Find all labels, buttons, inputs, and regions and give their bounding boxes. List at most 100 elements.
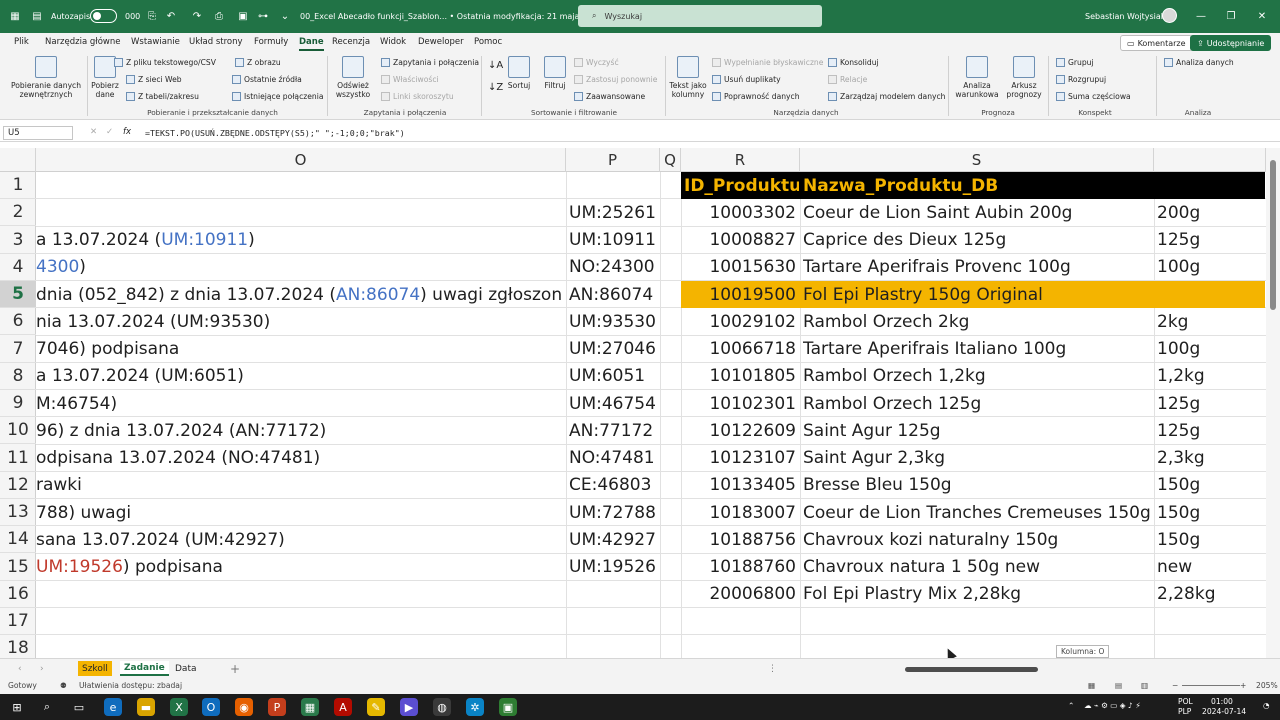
select-all-corner[interactable] [0, 148, 36, 172]
properties-button[interactable]: Właściwości [381, 75, 439, 84]
row-header[interactable]: 13 [0, 499, 36, 526]
row-header[interactable]: 10 [0, 417, 36, 445]
text-to-columns-button[interactable]: Tekst jako kolumny [668, 56, 708, 99]
tab-help[interactable]: Pomoc [474, 37, 502, 51]
cell-o[interactable]: 96) z dnia 13.07.2024 (AN:77172) [36, 417, 562, 444]
cell-p[interactable]: UM:46754 [569, 390, 659, 417]
search-box[interactable]: ⌕ Wyszukaj [578, 5, 822, 27]
comments-button[interactable]: ▭ Komentarze [1120, 35, 1193, 51]
what-if-button[interactable]: Analiza warunkowa [950, 56, 1004, 99]
column-header-t[interactable] [1154, 148, 1266, 172]
vertical-scrollbar[interactable] [1266, 148, 1280, 658]
recent-sources-button[interactable]: Ostatnie źródła [232, 75, 302, 84]
windows-start-icon[interactable]: ⊞ [8, 698, 26, 716]
formula-input[interactable]: =TEKST.PO(USUŃ.ZBĘDNE.ODSTĘPY(S5);" ";-1… [145, 126, 405, 140]
cell-product-id[interactable]: 10188760 [681, 554, 796, 581]
file-title[interactable]: 00_Excel Abecadło funkcji_Szablon... • O… [300, 0, 579, 33]
tab-formulas[interactable]: Formuły [254, 37, 288, 51]
cell-product-name[interactable]: Fol Epi Plastry Mix 2,28kg [803, 581, 1153, 608]
print-icon[interactable]: ⎙ [212, 0, 226, 33]
minimize-icon[interactable]: — [1194, 0, 1208, 33]
page-layout-icon[interactable]: ▤ [1115, 681, 1122, 690]
cell-p[interactable]: UM:10911 [569, 227, 659, 254]
cell-product-id[interactable]: 10122609 [681, 417, 796, 444]
customize-icon[interactable]: ⌄ [278, 0, 292, 33]
cell-o[interactable]: M:46754) [36, 390, 562, 417]
add-sheet-icon[interactable]: + [226, 661, 244, 676]
cell-product-name[interactable]: Coeur de Lion Tranches Cremeuses 150g [803, 499, 1153, 526]
cell-p[interactable]: UM:27046 [569, 336, 659, 363]
cell-o[interactable]: 7046) podpisana [36, 336, 562, 363]
cell-product-name[interactable]: Rambol Orzech 1,2kg [803, 363, 1153, 390]
column-header-p[interactable]: P [566, 148, 660, 172]
cell-product-unit[interactable]: 200g [1157, 199, 1265, 226]
cell-product-name[interactable]: Saint Agur 125g [803, 417, 1153, 444]
flash-fill-button[interactable]: Wypełnianie błyskawiczne [712, 58, 823, 67]
cell-product-name[interactable]: Tartare Aperifrais Provenc 100g [803, 254, 1153, 281]
refresh-all-button[interactable]: Odśwież wszystko [331, 56, 375, 99]
cell-product-unit[interactable]: new [1157, 554, 1265, 581]
sheet-options-icon[interactable]: ⋮ [764, 661, 781, 676]
cell-o[interactable]: a 13.07.2024 (UM:10911) [36, 227, 562, 254]
edit-links-button[interactable]: Linki skoroszytu [381, 92, 454, 101]
avatar[interactable] [1162, 8, 1177, 23]
row-header[interactable]: 3 [0, 227, 36, 254]
column-header-s[interactable]: S [800, 148, 1154, 172]
edge-icon[interactable]: e [104, 698, 122, 716]
cell-product-id[interactable]: 10133405 [681, 472, 796, 499]
cell-product-unit[interactable]: 1,2kg [1157, 363, 1265, 390]
cell-o[interactable]: UM:19526) podpisana [36, 554, 562, 581]
cell-product-name[interactable]: Coeur de Lion Saint Aubin 200g [803, 199, 1153, 226]
cell-product-id[interactable]: 10015630 [681, 254, 796, 281]
tray-chevron-icon[interactable]: ⌃ [1068, 701, 1074, 710]
tab-insert[interactable]: Wstawianie [131, 37, 180, 51]
existing-connections-button[interactable]: Istniejące połączenia [232, 92, 323, 101]
cell-p[interactable]: UM:6051 [569, 363, 659, 390]
cell-p[interactable]: UM:72788 [569, 499, 659, 526]
cell-p[interactable]: UM:19526 [569, 554, 659, 581]
cell-product-name[interactable]: Saint Agur 2,3kg [803, 445, 1153, 472]
share-button[interactable]: ⇪ Udostępnianie [1190, 35, 1272, 51]
data-model-button[interactable]: Zarządzaj modelem danych [828, 92, 946, 101]
from-picture-button[interactable]: Z obrazu [235, 58, 281, 67]
outlook-icon[interactable]: O [202, 698, 220, 716]
cell-product-id[interactable]: 10003302 [681, 199, 796, 226]
enter-icon[interactable]: ✓ [106, 127, 113, 137]
cell-product-unit[interactable]: 2,3kg [1157, 445, 1265, 472]
tab-developer[interactable]: Deweloper [418, 37, 464, 51]
row-header[interactable]: 4 [0, 254, 36, 281]
form-icon[interactable]: ▣ [236, 0, 250, 33]
row-header[interactable]: 12 [0, 472, 36, 499]
cell-product-unit[interactable]: 125g [1157, 390, 1265, 417]
cell-product-name[interactable]: Chavroux natura 1 50g new [803, 554, 1153, 581]
row-header[interactable]: 15 [0, 554, 36, 581]
cell-product-id[interactable]: 10188756 [681, 526, 796, 553]
cell-product-id[interactable]: 10066718 [681, 336, 796, 363]
data-validation-button[interactable]: Poprawność danych [712, 92, 800, 101]
clock-time[interactable]: 01:00 [1211, 697, 1233, 706]
fx-icon[interactable]: fx [123, 127, 131, 137]
cell-p[interactable]: NO:47481 [569, 445, 659, 472]
row-header[interactable]: 5 [0, 281, 36, 308]
get-data-external-button[interactable]: Pobieranie danych zewnętrznych [8, 56, 84, 99]
autosave-toggle[interactable] [90, 9, 117, 23]
cell-product-id[interactable]: 10123107 [681, 445, 796, 472]
save-icon[interactable]: ⎘ [145, 0, 159, 33]
cell-o[interactable]: sana 13.07.2024 (UM:42927) [36, 526, 562, 553]
cell-product-unit[interactable] [1157, 281, 1265, 308]
cell-product-name[interactable]: Rambol Orzech 125g [803, 390, 1153, 417]
queries-connections-button[interactable]: Zapytania i połączenia [381, 58, 479, 67]
language-secondary[interactable]: PLP [1178, 707, 1191, 716]
cancel-icon[interactable]: ✕ [90, 127, 97, 137]
close-icon[interactable]: ✕ [1255, 0, 1269, 33]
cell-product-unit[interactable]: 100g [1157, 254, 1265, 281]
cell-product-unit[interactable]: 2,28kg [1157, 581, 1265, 608]
tab-review[interactable]: Recenzja [332, 37, 370, 51]
network-app-icon[interactable]: ✲ [466, 698, 484, 716]
header-nazwa-produktu[interactable]: Nazwa_Produktu_DB [803, 172, 1153, 199]
row-header[interactable]: 16 [0, 581, 36, 608]
ungroup-button[interactable]: Rozgrupuj [1056, 75, 1106, 84]
search-icon[interactable]: ⌕ [38, 698, 56, 716]
zoom-in-icon[interactable]: + [1240, 681, 1246, 690]
language-primary[interactable]: POL [1178, 697, 1193, 706]
